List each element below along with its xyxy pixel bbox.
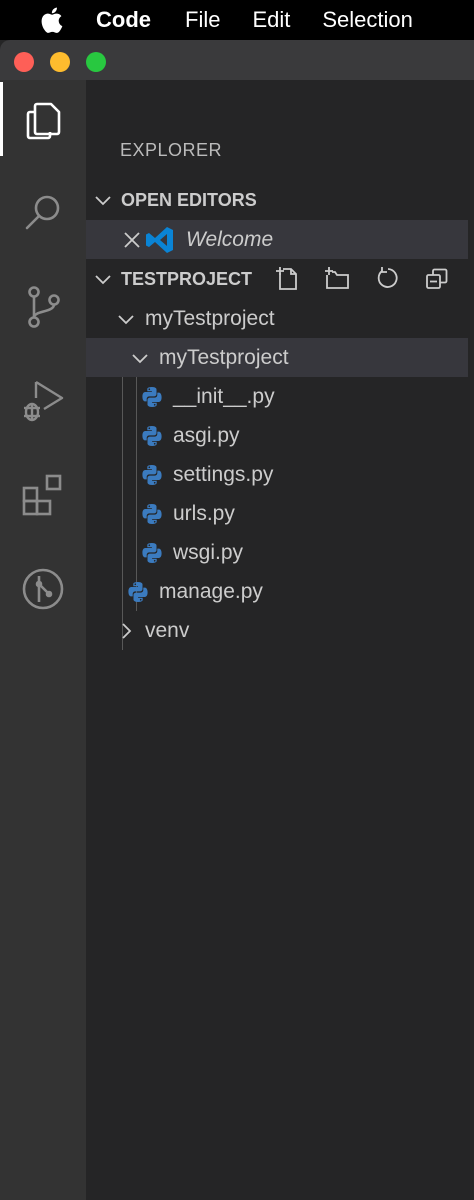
git-graph-icon[interactable] bbox=[0, 550, 86, 628]
menu-selection[interactable]: Selection bbox=[322, 7, 413, 33]
close-icon[interactable] bbox=[123, 231, 141, 249]
new-file-icon bbox=[276, 267, 297, 290]
new-folder-icon bbox=[325, 267, 349, 289]
python-file-icon bbox=[142, 542, 162, 563]
new-file-button[interactable] bbox=[262, 264, 312, 294]
python-file-icon bbox=[142, 503, 162, 524]
tree-file[interactable]: __init__.py bbox=[86, 377, 468, 416]
chevron-down-icon bbox=[118, 314, 134, 324]
tree-file[interactable]: wsgi.py bbox=[86, 533, 468, 572]
explorer-icon[interactable] bbox=[0, 80, 86, 158]
tree-file[interactable]: asgi.py bbox=[86, 416, 468, 455]
zoom-window-button[interactable] bbox=[86, 52, 106, 72]
folder-label: myTestproject bbox=[159, 345, 289, 369]
chevron-right-icon bbox=[122, 622, 132, 639]
file-label: urls.py bbox=[173, 501, 235, 525]
close-window-button[interactable] bbox=[14, 52, 34, 72]
tree-folder-mytestproject-inner[interactable]: myTestproject bbox=[86, 338, 468, 377]
activity-bar bbox=[0, 80, 86, 1200]
extensions-icon[interactable] bbox=[0, 456, 86, 534]
file-label: asgi.py bbox=[173, 423, 240, 447]
python-file-icon bbox=[142, 464, 162, 485]
source-control-icon[interactable] bbox=[0, 268, 86, 346]
collapse-all-button[interactable] bbox=[412, 264, 462, 294]
minimize-window-button[interactable] bbox=[50, 52, 70, 72]
folder-label: venv bbox=[145, 618, 190, 642]
title-bar bbox=[0, 40, 474, 80]
file-label: settings.py bbox=[173, 462, 274, 486]
menu-file[interactable]: File bbox=[185, 7, 220, 33]
tree-file[interactable]: settings.py bbox=[86, 455, 468, 494]
menu-edit[interactable]: Edit bbox=[252, 7, 290, 33]
explorer-sidebar: EXPLORER OPEN EDITORS Welcome TESTPROJEC… bbox=[86, 80, 474, 1200]
search-icon[interactable] bbox=[0, 174, 86, 252]
vscode-icon bbox=[146, 226, 173, 253]
python-file-icon bbox=[128, 581, 148, 602]
chevron-down-icon bbox=[95, 275, 111, 285]
open-editors-header[interactable]: OPEN EDITORS bbox=[86, 181, 474, 219]
new-folder-button[interactable] bbox=[312, 264, 362, 294]
sidebar-title: EXPLORER bbox=[120, 140, 223, 160]
folder-label: myTestproject bbox=[145, 306, 275, 330]
chevron-down-icon bbox=[95, 196, 111, 206]
run-debug-icon[interactable] bbox=[0, 362, 86, 440]
chevron-down-icon bbox=[132, 353, 148, 363]
open-editor-label: Welcome bbox=[186, 227, 274, 251]
vscode-window: EXPLORER OPEN EDITORS Welcome TESTPROJEC… bbox=[0, 40, 474, 1200]
file-label: __init__.py bbox=[173, 384, 275, 408]
open-editors-label: OPEN EDITORS bbox=[121, 189, 257, 210]
collapse-all-icon bbox=[426, 268, 448, 289]
app-menu[interactable]: Code bbox=[96, 7, 151, 33]
tree-folder-mytestproject[interactable]: myTestproject bbox=[86, 299, 468, 338]
tree-file[interactable]: urls.py bbox=[86, 494, 468, 533]
python-file-icon bbox=[142, 386, 162, 407]
refresh-icon bbox=[377, 267, 398, 288]
open-editor-item[interactable]: Welcome bbox=[86, 220, 468, 259]
project-label: TESTPROJECT bbox=[121, 268, 253, 289]
explorer-actions bbox=[262, 264, 462, 294]
project-header[interactable]: TESTPROJECT bbox=[86, 260, 474, 298]
tree-folder-venv[interactable]: venv bbox=[86, 611, 468, 650]
apple-logo-icon[interactable] bbox=[38, 6, 64, 34]
file-label: manage.py bbox=[159, 579, 263, 603]
file-label: wsgi.py bbox=[173, 540, 244, 564]
mac-menu-bar: Code File Edit Selection bbox=[0, 0, 474, 40]
python-file-icon bbox=[142, 425, 162, 446]
tree-file-manage[interactable]: manage.py bbox=[86, 572, 468, 611]
refresh-button[interactable] bbox=[362, 264, 412, 294]
